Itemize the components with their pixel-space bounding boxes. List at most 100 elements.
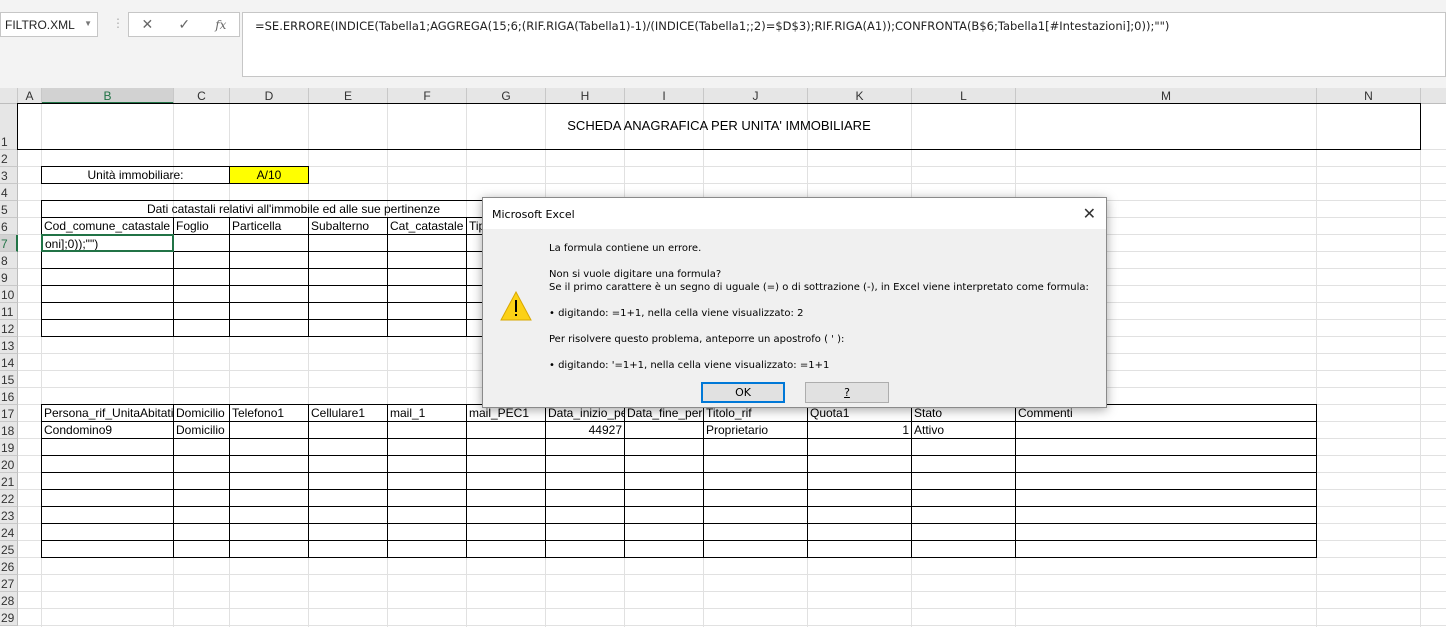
table-cell[interactable]: [229, 455, 309, 473]
column-label[interactable]: Foglio: [173, 217, 230, 235]
table-cell[interactable]: [466, 472, 546, 490]
table-cell[interactable]: [466, 421, 546, 439]
table-cell[interactable]: [624, 472, 704, 490]
column-label[interactable]: Domicilio: [173, 404, 230, 422]
table-cell[interactable]: [911, 455, 1016, 473]
table-cell[interactable]: [1015, 540, 1317, 558]
column-header-G[interactable]: G: [467, 88, 546, 104]
table-cell[interactable]: [545, 438, 625, 456]
table-cell[interactable]: [173, 455, 230, 473]
table-cell[interactable]: [545, 455, 625, 473]
unit-label[interactable]: Unità immobiliare:: [41, 166, 230, 184]
table-cell[interactable]: [308, 438, 388, 456]
table-cell[interactable]: [308, 234, 388, 252]
table-cell[interactable]: [41, 302, 174, 320]
column-header-E[interactable]: E: [309, 88, 388, 104]
table-cell[interactable]: [229, 285, 309, 303]
table-cell[interactable]: [703, 472, 808, 490]
sheet-title[interactable]: SCHEDA ANAGRAFICA PER UNITA' IMMOBILIARE: [17, 103, 1421, 150]
row-header-17[interactable]: 17: [0, 405, 18, 422]
close-icon[interactable]: ✕: [1083, 204, 1096, 224]
row-header-4[interactable]: 4: [0, 184, 18, 201]
table-cell[interactable]: [807, 455, 912, 473]
table-cell[interactable]: [173, 540, 230, 558]
unit-value[interactable]: A/10: [229, 166, 309, 184]
table-cell[interactable]: Proprietario: [703, 421, 808, 439]
ok-button[interactable]: OK: [701, 382, 785, 403]
column-header-F[interactable]: F: [388, 88, 467, 104]
table-cell[interactable]: [387, 540, 467, 558]
table-cell[interactable]: [173, 506, 230, 524]
table-cell[interactable]: [41, 268, 174, 286]
row-header-6[interactable]: 6: [0, 218, 18, 235]
row-header-16[interactable]: 16: [0, 388, 18, 405]
table-cell[interactable]: [41, 540, 174, 558]
table-cell[interactable]: [1015, 506, 1317, 524]
table-cell[interactable]: [387, 489, 467, 507]
table-cell[interactable]: [387, 234, 467, 252]
table-cell[interactable]: [387, 455, 467, 473]
table-cell[interactable]: [41, 506, 174, 524]
table-cell[interactable]: [466, 489, 546, 507]
table-cell[interactable]: [466, 455, 546, 473]
table-cell[interactable]: [807, 438, 912, 456]
table-cell[interactable]: [387, 421, 467, 439]
column-header-K[interactable]: K: [808, 88, 912, 104]
table-cell[interactable]: 1: [807, 421, 912, 439]
table-cell[interactable]: [466, 438, 546, 456]
table-cell[interactable]: [387, 319, 467, 337]
table-cell[interactable]: [308, 268, 388, 286]
table-cell[interactable]: [703, 523, 808, 541]
table-cell[interactable]: [1015, 455, 1317, 473]
table-cell[interactable]: [229, 489, 309, 507]
table-cell[interactable]: [41, 251, 174, 269]
table-cell[interactable]: [229, 523, 309, 541]
table-cell[interactable]: [173, 251, 230, 269]
row-header-25[interactable]: 25: [0, 541, 18, 558]
table-cell[interactable]: [229, 268, 309, 286]
column-label[interactable]: Particella: [229, 217, 309, 235]
table-cell[interactable]: [911, 540, 1016, 558]
column-header-I[interactable]: I: [625, 88, 704, 104]
row-header-1[interactable]: 1: [0, 104, 18, 150]
table-cell[interactable]: [911, 523, 1016, 541]
column-header-D[interactable]: D: [230, 88, 309, 104]
row-header-12[interactable]: 12: [0, 320, 18, 337]
column-header-C[interactable]: C: [174, 88, 230, 104]
table-cell[interactable]: [387, 268, 467, 286]
column-header-B[interactable]: B: [42, 88, 174, 104]
table-cell[interactable]: [703, 540, 808, 558]
column-label[interactable]: Telefono1: [229, 404, 309, 422]
table-cell[interactable]: [545, 472, 625, 490]
table-cell[interactable]: [308, 455, 388, 473]
table-cell[interactable]: [173, 302, 230, 320]
row-header-13[interactable]: 13: [0, 337, 18, 354]
table-cell[interactable]: [703, 455, 808, 473]
row-header-20[interactable]: 20: [0, 456, 18, 473]
cadastral-title[interactable]: Dati catastali relativi all'immobile ed …: [41, 200, 546, 218]
table-cell[interactable]: [387, 302, 467, 320]
column-label[interactable]: Subalterno: [308, 217, 388, 235]
row-header-14[interactable]: 14: [0, 354, 18, 371]
active-cell-editor[interactable]: oni];0));""): [41, 234, 174, 252]
table-cell[interactable]: [308, 302, 388, 320]
table-cell[interactable]: [173, 268, 230, 286]
table-cell[interactable]: [545, 506, 625, 524]
row-header-11[interactable]: 11: [0, 303, 18, 320]
table-cell[interactable]: [545, 523, 625, 541]
row-header-22[interactable]: 22: [0, 490, 18, 507]
row-header-21[interactable]: 21: [0, 473, 18, 490]
column-label[interactable]: Cat_catastale: [387, 217, 467, 235]
table-cell[interactable]: [624, 540, 704, 558]
table-cell[interactable]: [807, 489, 912, 507]
table-cell[interactable]: [41, 319, 174, 337]
table-cell[interactable]: 44927: [545, 421, 625, 439]
row-header-18[interactable]: 18: [0, 422, 18, 439]
table-cell[interactable]: [308, 285, 388, 303]
table-cell[interactable]: [807, 523, 912, 541]
column-header-O[interactable]: O: [1421, 88, 1446, 104]
column-label[interactable]: Persona_rif_UnitaAbitativa: [41, 404, 174, 422]
table-cell[interactable]: [387, 285, 467, 303]
table-cell[interactable]: Domicilio: [173, 421, 230, 439]
row-header-9[interactable]: 9: [0, 269, 18, 286]
